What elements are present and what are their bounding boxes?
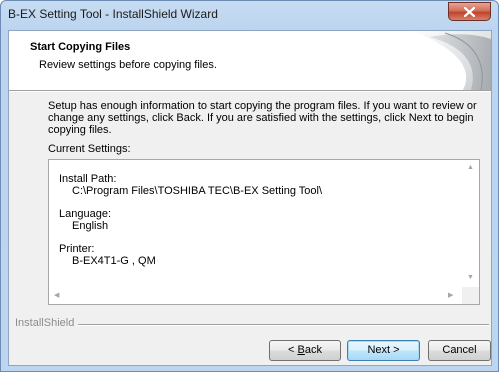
setting-value: C:\Program Files\TOSHIBA TEC\B-EX Settin… [72,185,323,197]
scrollbar-corner [462,287,479,304]
title-bar[interactable]: B-EX Setting Tool - InstallShield Wizard [1,1,498,28]
back-button-label: ack [304,344,322,356]
scroll-left-arrow-icon[interactable]: ◀ [54,291,59,299]
setting-label: Language: [59,208,111,220]
setting-value: B-EX4T1-G , QM [72,255,156,267]
setting-value: English [72,220,109,232]
scroll-up-arrow-icon[interactable]: ▲ [467,164,474,171]
cancel-button[interactable]: Cancel [428,340,491,361]
setting-label: Install Path: [59,173,117,185]
next-button[interactable]: Next > [347,340,420,361]
header-separator [9,91,491,92]
scroll-down-arrow-icon[interactable]: ▼ [467,274,474,281]
wizard-client-area: Start Copying Files Review settings befo… [8,30,492,366]
close-icon [464,7,475,17]
scroll-right-arrow-icon[interactable]: ▶ [448,291,453,299]
setting-printer: Printer: B-EX4T1-G , QM [59,243,322,267]
wizard-header: Start Copying Files Review settings befo… [9,31,491,91]
window-title: B-EX Setting Tool - InstallShield Wizard [8,7,218,21]
installshield-header-graphic [411,31,491,90]
page-subtitle: Review settings before copying files. [39,59,217,71]
installshield-wizard-window: B-EX Setting Tool - InstallShield Wizard… [0,0,499,372]
close-button[interactable] [448,2,491,21]
installshield-brand-label: InstallShield [15,317,79,329]
current-settings-textbox[interactable]: Install Path: C:\Program Files\TOSHIBA T… [48,159,480,305]
horizontal-scrollbar[interactable]: ◀ ▶ [49,287,462,304]
vertical-scrollbar[interactable]: ▲ ▼ [462,160,479,287]
setting-label: Printer: [59,243,95,255]
footer-separator [69,324,489,326]
current-settings-label: Current Settings: [48,143,131,155]
setting-install-path: Install Path: C:\Program Files\TOSHIBA T… [59,173,322,197]
back-button-prefix: < [288,344,298,356]
back-button[interactable]: < Back [269,340,341,361]
settings-content: Install Path: C:\Program Files\TOSHIBA T… [59,173,322,278]
page-title: Start Copying Files [30,41,131,53]
setting-language: Language: English [59,208,322,232]
back-button-accelerator: B [297,344,305,356]
instructions-text: Setup has enough information to start co… [48,100,477,136]
